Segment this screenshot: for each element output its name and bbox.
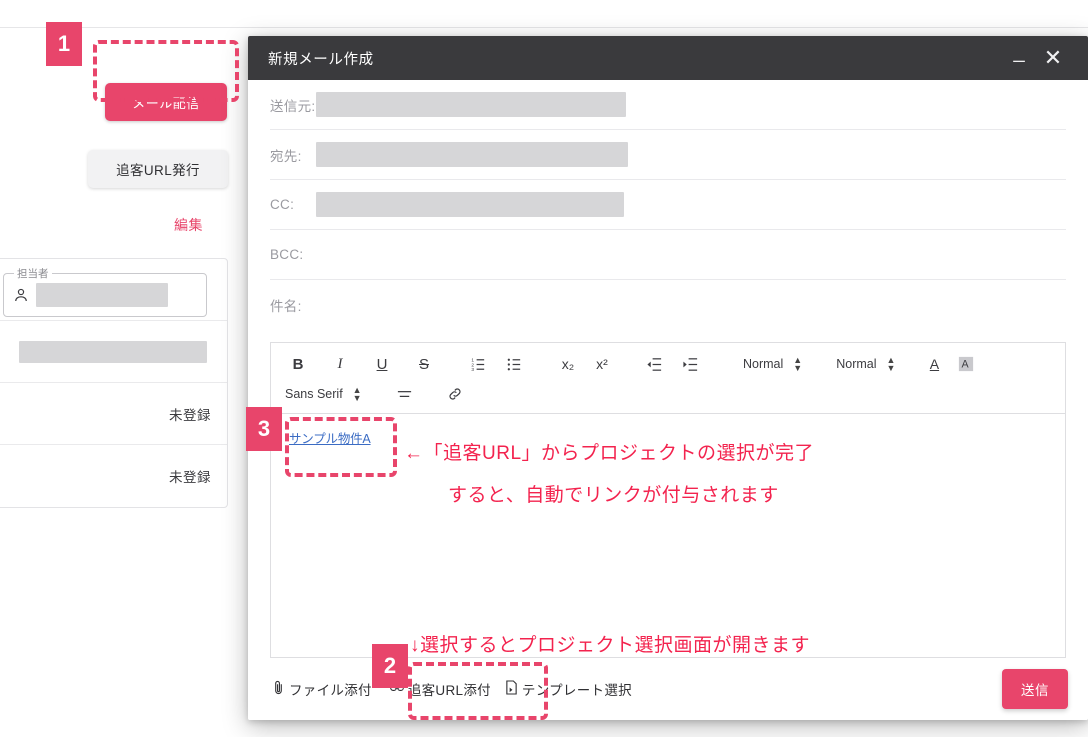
assignee-field[interactable]: 担当者 [3,265,207,317]
table-row[interactable]: 未登録 [0,445,227,507]
strikethrough-icon[interactable]: S [411,351,437,377]
font-family-select[interactable]: Sans Serif ▲ ▼ [285,381,368,407]
minimize-icon[interactable]: _ [1002,42,1036,73]
annotation-highlight-3 [285,417,397,477]
svg-text:3: 3 [471,367,474,373]
chevron-updown-icon: ▲ ▼ [793,355,803,373]
cc-label: CC: [270,197,295,212]
assignee-field-label: 担当者 [14,265,52,281]
align-icon[interactable] [392,381,418,407]
app-topbar [0,0,1088,28]
svg-text:A: A [962,359,970,371]
edit-link[interactable]: 編集 [174,215,203,235]
row-status-value: 未登録 [169,470,211,485]
font-size-value: Normal [836,357,877,371]
annotation-highlight-1 [93,40,239,102]
cc-field-row[interactable]: CC: [270,180,1066,230]
person-icon [12,286,30,304]
bcc-label: BCC: [270,247,304,262]
table-row[interactable]: 未登録 [0,383,227,445]
footer-blank-area [639,676,800,702]
bold-icon[interactable]: B [285,351,311,377]
assignee-field-row: 担当者 [0,259,227,321]
superscript-icon[interactable]: x² [589,351,615,377]
recipient-fields: 送信元: 宛先: CC: BCC: 件名: [248,80,1088,330]
annotation-badge-3: 3 [246,407,282,451]
annotation-note-line-2: すると、自動でリンクが付与されます [448,485,779,506]
bullet-list-icon[interactable] [501,351,527,377]
to-field-row[interactable]: 宛先: [270,130,1066,180]
annotation-badge-1: 1 [46,22,82,66]
send-button[interactable]: 送信 [1002,669,1068,709]
text-color-icon[interactable]: A [921,351,947,377]
header-format-value: Normal [743,357,784,371]
row-status-value: 未登録 [169,407,211,423]
file-attach-label: ファイル添付 [289,683,372,698]
dialog-titlebar: 新規メール作成 _ ✕ [248,36,1088,80]
paperclip-icon [272,680,285,698]
font-family-value: Sans Serif [285,387,343,401]
to-redacted-value [316,142,628,167]
link-icon[interactable] [442,381,468,407]
editor-toolbar: B I U S 1 2 3 x₂ x² Normal ▲ ▼ Normal ▲ … [271,343,1065,414]
file-attach-button[interactable]: ファイル添付 [270,675,374,703]
to-label: 宛先: [270,148,302,164]
chevron-updown-icon: ▲ ▼ [886,355,896,373]
cc-redacted-value [316,192,624,217]
from-field-row[interactable]: 送信元: [270,80,1066,130]
compose-mail-dialog: 新規メール作成 _ ✕ 送信元: 宛先: CC: BCC: 件名: B I U … [248,36,1088,720]
background-color-icon[interactable]: A [953,351,979,377]
ordered-list-icon[interactable]: 1 2 3 [465,351,491,377]
secondary-field-row [0,321,227,383]
left-detail-panel: メール配信 追客URL発行 編集 担当者 未登録 未登録 [0,28,240,737]
close-icon[interactable]: ✕ [1036,43,1070,73]
subject-label: 件名: [270,299,302,314]
secondary-redacted-value [19,340,207,363]
indent-icon[interactable] [677,351,703,377]
subject-field-row[interactable]: 件名: [270,280,1066,330]
italic-icon[interactable]: I [327,351,353,377]
chevron-updown-icon: ▲ ▼ [352,385,362,403]
header-format-select[interactable]: Normal ▲ ▼ [737,351,808,377]
from-redacted-value [316,92,626,117]
dialog-title: 新規メール作成 [268,51,374,68]
detail-card: 担当者 未登録 未登録 [0,258,228,508]
annotation-highlight-2 [408,662,548,720]
outdent-icon[interactable] [641,351,667,377]
subscript-icon[interactable]: x₂ [555,351,581,377]
bcc-field-row[interactable]: BCC: [270,230,1066,280]
underline-icon[interactable]: U [369,351,395,377]
font-size-select[interactable]: Normal ▲ ▼ [830,351,901,377]
from-label: 送信元: [270,98,316,114]
annotation-note-bottom: ↓選択するとプロジェクト選択画面が開きます [410,635,811,656]
annotation-note-line-1: ←「追客URL」からプロジェクトの選択が完了 [404,443,815,464]
assignee-redacted-value [36,282,168,307]
screen-root: メール配信 追客URL発行 編集 担当者 未登録 未登録 新規メール作成 _ ✕… [0,0,1088,737]
annotation-badge-2: 2 [372,644,408,688]
followup-url-issue-button[interactable]: 追客URL発行 [88,150,228,188]
